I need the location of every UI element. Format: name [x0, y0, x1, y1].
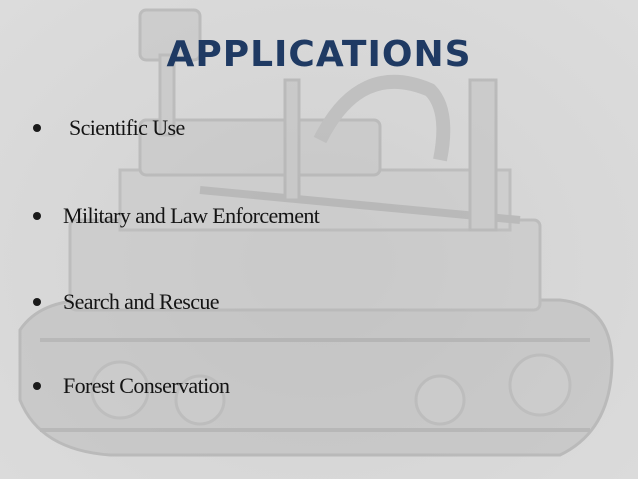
bullet-label: Military and Law Enforcement: [63, 203, 320, 228]
slide-title: APPLICATIONS: [166, 34, 472, 75]
bullet-icon: [33, 124, 41, 132]
bullet-icon: [33, 212, 41, 220]
bullet-icon: [33, 382, 41, 390]
slide: APPLICATIONS Scientific Use Military and…: [0, 0, 638, 479]
bullet-label: Search and Rescue: [63, 289, 220, 314]
bullet-icon: [33, 298, 41, 306]
bullet-label: Forest Conservation: [63, 373, 230, 398]
bullet-label: Scientific Use: [69, 115, 185, 140]
